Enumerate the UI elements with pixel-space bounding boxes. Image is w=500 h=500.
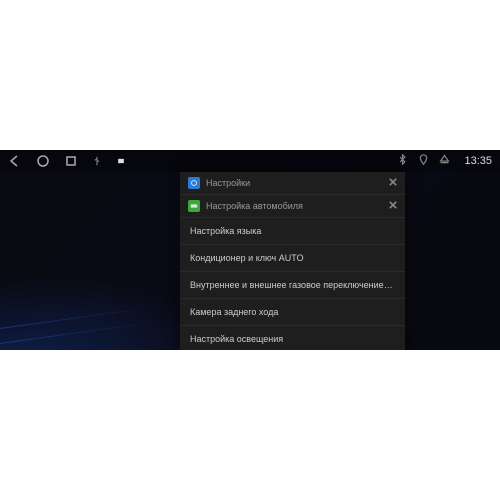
panel-header-car-settings-label: Настройка автомобиля — [206, 201, 383, 211]
settings-dropdown: Настройки Настройка автомобиля Настройка… — [180, 172, 405, 350]
menu-item-lighting[interactable]: Настройка освещения — [180, 326, 405, 350]
location-icon — [418, 154, 429, 168]
home-icon[interactable] — [36, 154, 50, 168]
car-settings-app-icon — [188, 200, 200, 212]
eject-icon — [439, 154, 450, 168]
recent-icon[interactable] — [64, 154, 78, 168]
menu-item-ac-auto[interactable]: Кондиционер и ключ AUTO — [180, 245, 405, 272]
status-bar: 13:35 — [0, 150, 500, 172]
bluetooth-icon — [397, 154, 408, 168]
usb-icon — [92, 156, 102, 166]
app-icon — [116, 156, 126, 166]
menu-item-gas-switch[interactable]: Внутреннее и внешнее газовое переключени… — [180, 272, 405, 299]
menu-item-language[interactable]: Настройка языка — [180, 218, 405, 245]
close-icon[interactable] — [389, 201, 397, 211]
panel-header-settings-label: Настройки — [206, 178, 383, 188]
settings-app-icon — [188, 177, 200, 189]
status-icons: 13:35 — [397, 154, 492, 168]
back-icon[interactable] — [8, 154, 22, 168]
device-screen: 13:35 Настройки Настройка автомобиля Нас… — [0, 150, 500, 350]
menu-item-rear-camera[interactable]: Камера заднего хода — [180, 299, 405, 326]
panel-header-car-settings[interactable]: Настройка автомобиля — [180, 195, 405, 218]
nav-buttons — [8, 154, 126, 168]
panel-header-settings[interactable]: Настройки — [180, 172, 405, 195]
clock: 13:35 — [464, 155, 492, 167]
close-icon[interactable] — [389, 178, 397, 188]
